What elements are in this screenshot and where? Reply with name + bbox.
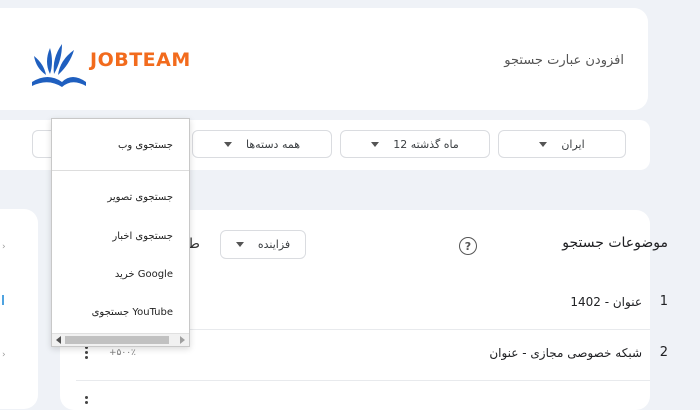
- more-options-icon[interactable]: [85, 396, 89, 404]
- scroll-right-icon[interactable]: [180, 336, 185, 344]
- row-number: 2: [659, 345, 668, 360]
- chevron-down-icon: [235, 242, 244, 247]
- add-search-term-input[interactable]: افزودن عبارت جستجو: [504, 53, 624, 68]
- country-select[interactable]: ایران: [498, 130, 626, 158]
- category-select[interactable]: همه دسته‌ها: [192, 130, 332, 158]
- row-trend-value: +۵۰۰٪: [109, 348, 136, 358]
- left-panel-edge-mark: ›: [2, 350, 6, 360]
- left-panel-indicator: [2, 295, 4, 305]
- menu-divider: [52, 170, 189, 171]
- menu-item-web-search[interactable]: جستجوی وب: [118, 140, 173, 151]
- logo-text: JOBTEAM: [90, 49, 191, 71]
- country-label: ایران: [561, 137, 585, 151]
- left-panel-edge-mark: ›: [2, 242, 6, 252]
- row-topic[interactable]: 1402 - عنوان: [570, 295, 642, 309]
- search-term-card: JOBTEAM افزودن عبارت جستجو: [0, 8, 648, 110]
- menu-item-google-shopping[interactable]: خرید Google: [115, 269, 173, 280]
- chevron-down-icon: [539, 141, 548, 147]
- row-divider: [76, 380, 650, 381]
- row-topic[interactable]: شبکه خصوصی مجازی - عنوان: [489, 346, 642, 360]
- chevron-down-icon: [223, 141, 232, 147]
- search-type-dropdown: جستجوی وب جستجوی تصویر جستجوی اخبار خرید…: [51, 118, 190, 347]
- scroll-left-icon[interactable]: [56, 336, 61, 344]
- book-leaves-icon: [32, 44, 86, 87]
- period-label: 12 ماه گذشته: [393, 137, 459, 151]
- sort-select[interactable]: فزاینده: [220, 230, 306, 259]
- horizontal-scrollbar[interactable]: [52, 333, 189, 346]
- left-panel: [0, 209, 38, 409]
- search-type-select[interactable]: [32, 130, 52, 158]
- sort-label: فزاینده: [257, 238, 291, 251]
- topics-title: موضوعات جستجو: [562, 235, 668, 251]
- menu-item-news-search[interactable]: جستجوی اخبار: [112, 231, 173, 242]
- menu-item-image-search[interactable]: جستجوی تصویر: [107, 192, 173, 203]
- scrollbar-thumb[interactable]: [65, 336, 169, 344]
- help-icon[interactable]: ?: [459, 237, 477, 255]
- row-number: 1: [659, 294, 668, 309]
- period-select[interactable]: 12 ماه گذشته: [340, 130, 490, 158]
- menu-item-youtube-search[interactable]: جستجوی YouTube: [92, 307, 173, 318]
- more-options-icon[interactable]: [85, 346, 89, 359]
- category-label: همه دسته‌ها: [245, 137, 301, 151]
- chevron-down-icon: [371, 141, 380, 147]
- jobteam-logo[interactable]: JOBTEAM: [28, 32, 208, 92]
